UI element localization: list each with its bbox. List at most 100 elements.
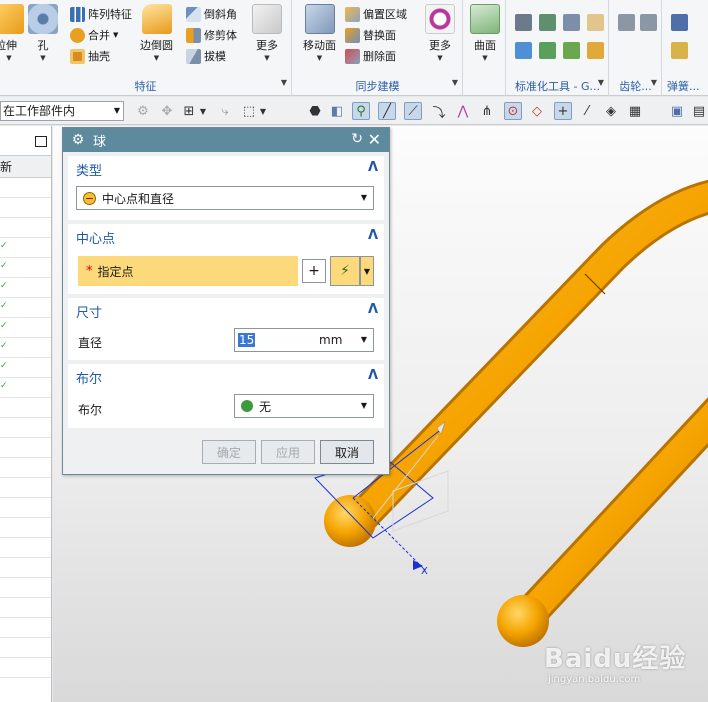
tool-icon-4[interactable] — [587, 14, 604, 31]
chevron-down-icon[interactable]: ▼ — [598, 78, 604, 87]
apply-button[interactable]: 应用 — [261, 440, 315, 464]
snap-enable-icon[interactable]: ⚲ — [352, 102, 370, 120]
list-item[interactable] — [0, 478, 51, 498]
maximize-icon[interactable] — [35, 136, 47, 147]
chevron-down-icon[interactable]: ▼ — [258, 102, 268, 120]
selection-mode-icon[interactable]: ⊞ — [180, 102, 198, 120]
chevron-down-icon[interactable]: ▼ — [281, 78, 287, 87]
chevron-down-icon[interactable]: ▼ — [452, 78, 458, 87]
solid-icon[interactable]: ⬣ — [306, 102, 324, 120]
list-item[interactable]: ✓ — [0, 318, 51, 338]
diameter-input[interactable]: 15 mm ▼ — [234, 328, 374, 352]
layer-icon[interactable]: ▤ — [690, 102, 708, 120]
endpoint-icon[interactable]: ⟋ — [404, 102, 422, 120]
collapse-icon[interactable]: ᐱ — [368, 368, 378, 383]
select-feature-icon[interactable]: ⚙ — [134, 102, 152, 120]
collapse-icon[interactable]: ᐱ — [368, 160, 378, 175]
edge-blend-button[interactable]: 边倒圆 ▼ — [140, 4, 173, 62]
move-face-button[interactable]: 移动面 ▼ — [303, 4, 336, 62]
hole-button[interactable]: 孔 ▼ — [28, 4, 58, 62]
spring-tool-icon-2[interactable] — [671, 42, 688, 59]
spring-tool-icon-1[interactable] — [671, 14, 688, 31]
chevron-down-icon[interactable]: ▼ — [651, 78, 657, 87]
control-point-icon[interactable]: ⋀ — [454, 102, 472, 120]
list-item[interactable] — [0, 518, 51, 538]
list-item[interactable]: ✓ — [0, 358, 51, 378]
list-item[interactable] — [0, 178, 51, 198]
list-item[interactable]: ✓ — [0, 278, 51, 298]
quadrant-point-icon[interactable]: ◇ — [528, 102, 546, 120]
list-item[interactable] — [0, 618, 51, 638]
center-point-icon[interactable]: ⊙ — [504, 102, 522, 120]
gear-tool-icon-1[interactable] — [618, 14, 635, 31]
select-body-icon[interactable]: ✥ — [158, 102, 176, 120]
point-dialog-button[interactable]: + — [302, 259, 326, 283]
gear-icon[interactable]: ⚙ — [67, 132, 89, 148]
boolean-dropdown[interactable]: 无 ▼ — [234, 394, 374, 418]
tool-icon-8[interactable] — [587, 42, 604, 59]
box-select-icon[interactable]: ⬚ — [240, 102, 258, 120]
draft-button[interactable]: 拔模 — [186, 46, 226, 66]
tool-icon-7[interactable] — [563, 42, 580, 59]
diameter-value[interactable]: 15 — [238, 333, 256, 347]
center-point-section-header[interactable]: 中心点 ᐱ — [68, 224, 384, 250]
list-item[interactable] — [0, 658, 51, 678]
point-type-dropdown[interactable]: ▼ — [360, 256, 374, 286]
snap-icon[interactable]: ⤷ — [216, 102, 234, 120]
intersection-icon[interactable]: ⋔ — [478, 102, 496, 120]
specify-point-field[interactable]: * 指定点 — [78, 256, 298, 286]
list-item[interactable] — [0, 458, 51, 478]
list-item[interactable]: ✓ — [0, 338, 51, 358]
offset-region-button[interactable]: 偏置区域 — [345, 4, 407, 24]
list-item[interactable] — [0, 598, 51, 618]
ok-button[interactable]: 确定 — [202, 440, 256, 464]
tool-icon-1[interactable] — [515, 14, 532, 31]
tool-icon-2[interactable] — [539, 14, 556, 31]
tool-icon-5[interactable] — [515, 42, 532, 59]
grid-icon[interactable]: ▦ — [626, 102, 644, 120]
replace-face-button[interactable]: 替换面 — [345, 25, 396, 45]
list-item[interactable] — [0, 638, 51, 658]
list-item[interactable] — [0, 498, 51, 518]
shell-button[interactable]: 抽壳 — [70, 46, 110, 66]
view-icon[interactable]: ▣ — [668, 102, 686, 120]
boolean-section-header[interactable]: 布尔 ᐱ — [68, 364, 384, 390]
list-item[interactable] — [0, 578, 51, 598]
chevron-down-icon[interactable]: ▼ — [198, 102, 208, 120]
point-on-curve-icon[interactable]: ⁄ — [578, 102, 596, 120]
curve-icon[interactable]: ⤵ — [430, 102, 448, 121]
view-box-icon[interactable]: ◧ — [328, 102, 346, 120]
collapse-icon[interactable]: ᐱ — [368, 302, 378, 317]
tool-icon-3[interactable] — [563, 14, 580, 31]
list-item[interactable] — [0, 438, 51, 458]
list-item[interactable]: ✓ — [0, 238, 51, 258]
list-item[interactable]: ✓ — [0, 258, 51, 278]
more-features-button[interactable]: 更多 ▼ — [252, 4, 282, 62]
list-item[interactable] — [0, 538, 51, 558]
list-item[interactable] — [0, 558, 51, 578]
surface-button[interactable]: 曲面 ▼ — [470, 4, 500, 62]
dialog-titlebar[interactable]: ⚙ 球 ↻ ✕ — [63, 128, 389, 152]
reset-icon[interactable]: ↻ — [351, 131, 363, 147]
pattern-feature-button[interactable]: 阵列特征 — [70, 4, 132, 24]
trim-body-button[interactable]: 修剪体 — [186, 25, 237, 45]
list-item[interactable] — [0, 418, 51, 438]
extrude-button[interactable]: 拉伸 ▼ — [0, 4, 24, 62]
point-on-face-icon[interactable]: ◈ — [602, 102, 620, 120]
line-snap-icon[interactable]: ╱ — [378, 102, 396, 120]
list-item[interactable] — [0, 198, 51, 218]
end-sphere[interactable] — [497, 595, 549, 647]
dimension-section-header[interactable]: 尺寸 ᐱ — [68, 298, 384, 324]
list-item[interactable] — [0, 398, 51, 418]
tool-icon-6[interactable] — [539, 42, 556, 59]
gear-tool-icon-2[interactable] — [640, 14, 657, 31]
type-dropdown[interactable]: 中心点和直径 ▼ — [76, 186, 374, 210]
inferred-point-button[interactable]: ⚡ — [330, 256, 360, 286]
navigator-column-header[interactable]: 最新 — [0, 156, 51, 178]
sphere-preview[interactable] — [324, 495, 376, 547]
collapse-icon[interactable]: ᐱ — [368, 228, 378, 243]
unite-button[interactable]: 合并 ▼ — [70, 25, 118, 45]
cancel-button[interactable]: 取消 — [320, 440, 374, 464]
close-icon[interactable]: ✕ — [368, 130, 381, 149]
list-item[interactable] — [0, 218, 51, 238]
